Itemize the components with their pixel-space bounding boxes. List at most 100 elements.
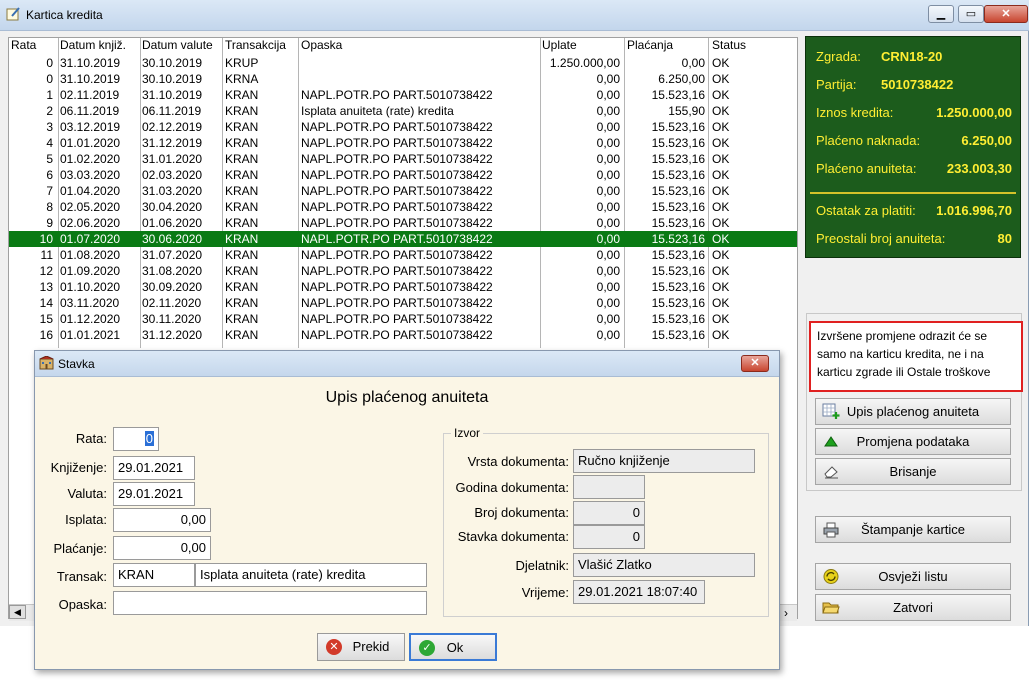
table-row[interactable]: 13 01.10.2020 30.09.2020 KRAN NAPL.POTR.PO P… xyxy=(9,279,797,295)
prekid-button[interactable]: ✕ Prekid xyxy=(317,633,405,661)
table-cell: NAPL.POTR.PO PART.5010738422 xyxy=(301,136,493,150)
table-cell: 1 xyxy=(46,88,53,102)
table-row[interactable]: 8 02.05.2020 30.04.2020 KRAN NAPL.POTR.PO PA… xyxy=(9,199,797,215)
vrsta-dokumenta-field: Ručno knjiženje xyxy=(573,449,755,473)
dialog-close-button[interactable]: ✕ xyxy=(741,355,769,372)
promjena-podataka-button[interactable]: Promjena podataka xyxy=(815,428,1011,455)
col-header-placanja[interactable]: Plaćanja xyxy=(627,38,673,54)
table-row[interactable]: 0 31.10.2019 30.10.2019 KRNA 0,00 6.250,00 OK xyxy=(9,71,797,87)
table-cell: 15.523,16 xyxy=(651,328,705,342)
table-cell: 31.12.2019 xyxy=(142,136,203,150)
table-cell: 03.12.2019 xyxy=(60,120,121,134)
table-row[interactable]: 3 03.12.2019 02.12.2019 KRAN NAPL.POTR.PO PA… xyxy=(9,119,797,135)
scroll-left-icon[interactable]: ◀ xyxy=(9,605,26,619)
stavka-dialog: Stavka ✕ Upis plaćenog anuiteta Rata: 0 … xyxy=(34,350,780,670)
izvor-legend: Izvor xyxy=(451,426,484,440)
stampanje-kartice-button[interactable]: Štampanje kartice xyxy=(815,516,1011,543)
ok-button[interactable]: ✓ Ok xyxy=(409,633,497,661)
close-button[interactable]: ✕ xyxy=(984,5,1028,23)
scroll-right-icon[interactable]: › xyxy=(784,606,788,620)
table-row[interactable]: 11 01.08.2020 31.07.2020 KRAN NAPL.POTR.PO P… xyxy=(9,247,797,263)
table-row[interactable]: 4 01.01.2020 31.12.2019 KRAN NAPL.POTR.PO PA… xyxy=(9,135,797,151)
dialog-title-bar[interactable]: Stavka ✕ xyxy=(35,351,779,377)
minimize-button[interactable]: ▁ xyxy=(928,5,954,23)
table-row[interactable]: 2 06.11.2019 06.11.2019 KRAN Isplata anuitet… xyxy=(9,103,797,119)
table-row[interactable]: 12 01.09.2020 31.08.2020 KRAN NAPL.POTR.PO P… xyxy=(9,263,797,279)
knjizenje-label: Knjiženje: xyxy=(50,460,107,475)
transak-code-input[interactable]: KRAN xyxy=(113,563,195,587)
table-cell: 11 xyxy=(40,248,53,262)
table-row[interactable]: 0 31.10.2019 30.10.2019 KRUP 1.250.000,00 0,0… xyxy=(9,55,797,71)
godina-dokumenta-label: Godina dokumenta: xyxy=(455,480,569,495)
table-row[interactable]: 15 01.12.2020 30.11.2020 KRAN NAPL.POTR.PO P… xyxy=(9,311,797,327)
table-row[interactable]: 10 01.07.2020 30.06.2020 KRAN NAPL.POTR.PO P… xyxy=(9,231,797,247)
checkmark-icon: ✓ xyxy=(419,640,435,656)
col-header-rata[interactable]: Rata xyxy=(11,38,36,54)
col-header-uplate[interactable]: Uplate xyxy=(542,38,577,54)
table-cell: 01.01.2020 xyxy=(60,136,121,150)
table-cell: NAPL.POTR.PO PART.5010738422 xyxy=(301,88,493,102)
osvjezi-listu-button[interactable]: Osvježi listu xyxy=(815,563,1011,590)
maximize-button[interactable]: ▭ xyxy=(958,5,984,23)
opaska-input[interactable] xyxy=(113,591,427,615)
table-cell: NAPL.POTR.PO PART.5010738422 xyxy=(301,152,493,166)
table-cell: KRAN xyxy=(225,280,259,294)
table-cell: 0,00 xyxy=(681,56,705,70)
vrijeme-label: Vrijeme: xyxy=(521,585,569,600)
table-cell: 31.08.2020 xyxy=(142,264,203,278)
table-row[interactable]: 14 03.11.2020 02.11.2020 KRAN NAPL.POTR.PO P… xyxy=(9,295,797,311)
table-cell: 0,00 xyxy=(596,280,620,294)
table-cell: 12 xyxy=(39,264,53,278)
window-title: Kartica kredita xyxy=(26,8,103,22)
table-cell: 15.523,16 xyxy=(651,312,705,326)
table-cell: 01.06.2020 xyxy=(142,216,203,230)
table-cell: NAPL.POTR.PO PART.5010738422 xyxy=(301,312,493,326)
valuta-input[interactable]: 29.01.2021 xyxy=(113,482,195,506)
col-header-status[interactable]: Status xyxy=(712,38,746,54)
table-cell: KRUP xyxy=(225,56,259,70)
zatvori-button[interactable]: Zatvori xyxy=(815,594,1011,621)
table-cell: OK xyxy=(712,216,730,230)
table-cell: NAPL.POTR.PO PART.5010738422 xyxy=(301,328,493,342)
isplata-input[interactable]: 0,00 xyxy=(113,508,211,532)
djelatnik-label: Djelatnik: xyxy=(515,558,569,573)
transak-description-field[interactable]: Isplata anuiteta (rate) kredita xyxy=(195,563,427,587)
table-row[interactable]: 7 01.04.2020 31.03.2020 KRAN NAPL.POTR.PO PA… xyxy=(9,183,797,199)
table-cell: NAPL.POTR.PO PART.5010738422 xyxy=(301,296,493,310)
table-cell: 0,00 xyxy=(596,248,620,262)
table-cell: NAPL.POTR.PO PART.5010738422 xyxy=(301,280,493,294)
table-row[interactable]: 9 02.06.2020 01.06.2020 KRAN NAPL.POTR.PO PA… xyxy=(9,215,797,231)
col-header-datum-valute[interactable]: Datum valute xyxy=(142,38,213,54)
table-cell: 15.523,16 xyxy=(651,280,705,294)
upis-anuiteta-button[interactable]: Upis plaćenog anuiteta xyxy=(815,398,1011,425)
credit-summary-panel: Zgrada: CRN18-20 Partija: 5010738422 Izn… xyxy=(805,36,1021,258)
title-bar[interactable]: Kartica kredita ▁ ▭ ✕ xyxy=(0,0,1029,31)
table-cell: KRAN xyxy=(225,248,259,262)
cancel-icon: ✕ xyxy=(326,639,342,655)
vrijeme-field: 29.01.2021 18:07:40 xyxy=(573,580,705,604)
brisanje-button[interactable]: Brisanje xyxy=(815,458,1011,485)
table-cell: 31.07.2020 xyxy=(142,248,203,262)
rata-input[interactable]: 0 xyxy=(113,427,159,451)
table-cell: NAPL.POTR.PO PART.5010738422 xyxy=(301,232,493,246)
knjizenje-input[interactable]: 29.01.2021 xyxy=(113,456,195,480)
col-header-opaska[interactable]: Opaska xyxy=(301,38,342,54)
table-cell: 06.11.2019 xyxy=(60,104,120,118)
table-cell: NAPL.POTR.PO PART.5010738422 xyxy=(301,216,493,230)
table-cell: 2 xyxy=(46,104,53,118)
isplata-label: Isplata: xyxy=(65,512,107,527)
table-row[interactable]: 16 01.01.2021 31.12.2020 KRAN NAPL.POTR.PO P… xyxy=(9,327,797,343)
table-cell: 0,00 xyxy=(596,88,620,102)
col-header-datum-knjizenja[interactable]: Datum knjiž. xyxy=(60,38,126,54)
table-cell: 01.08.2020 xyxy=(60,248,121,262)
table-cell: 0,00 xyxy=(596,328,620,342)
table-row[interactable]: 6 03.03.2020 02.03.2020 KRAN NAPL.POTR.PO PA… xyxy=(9,167,797,183)
table-cell: OK xyxy=(712,152,730,166)
minimize-icon: ▁ xyxy=(936,8,946,20)
table-cell: 16 xyxy=(39,328,53,342)
table-cell: OK xyxy=(712,56,730,70)
col-header-transakcija[interactable]: Transakcija xyxy=(225,38,286,54)
table-row[interactable]: 1 02.11.2019 31.10.2019 KRAN NAPL.POTR.PO PA… xyxy=(9,87,797,103)
table-row[interactable]: 5 01.02.2020 31.01.2020 KRAN NAPL.POTR.PO PA… xyxy=(9,151,797,167)
placanje-input[interactable]: 0,00 xyxy=(113,536,211,560)
